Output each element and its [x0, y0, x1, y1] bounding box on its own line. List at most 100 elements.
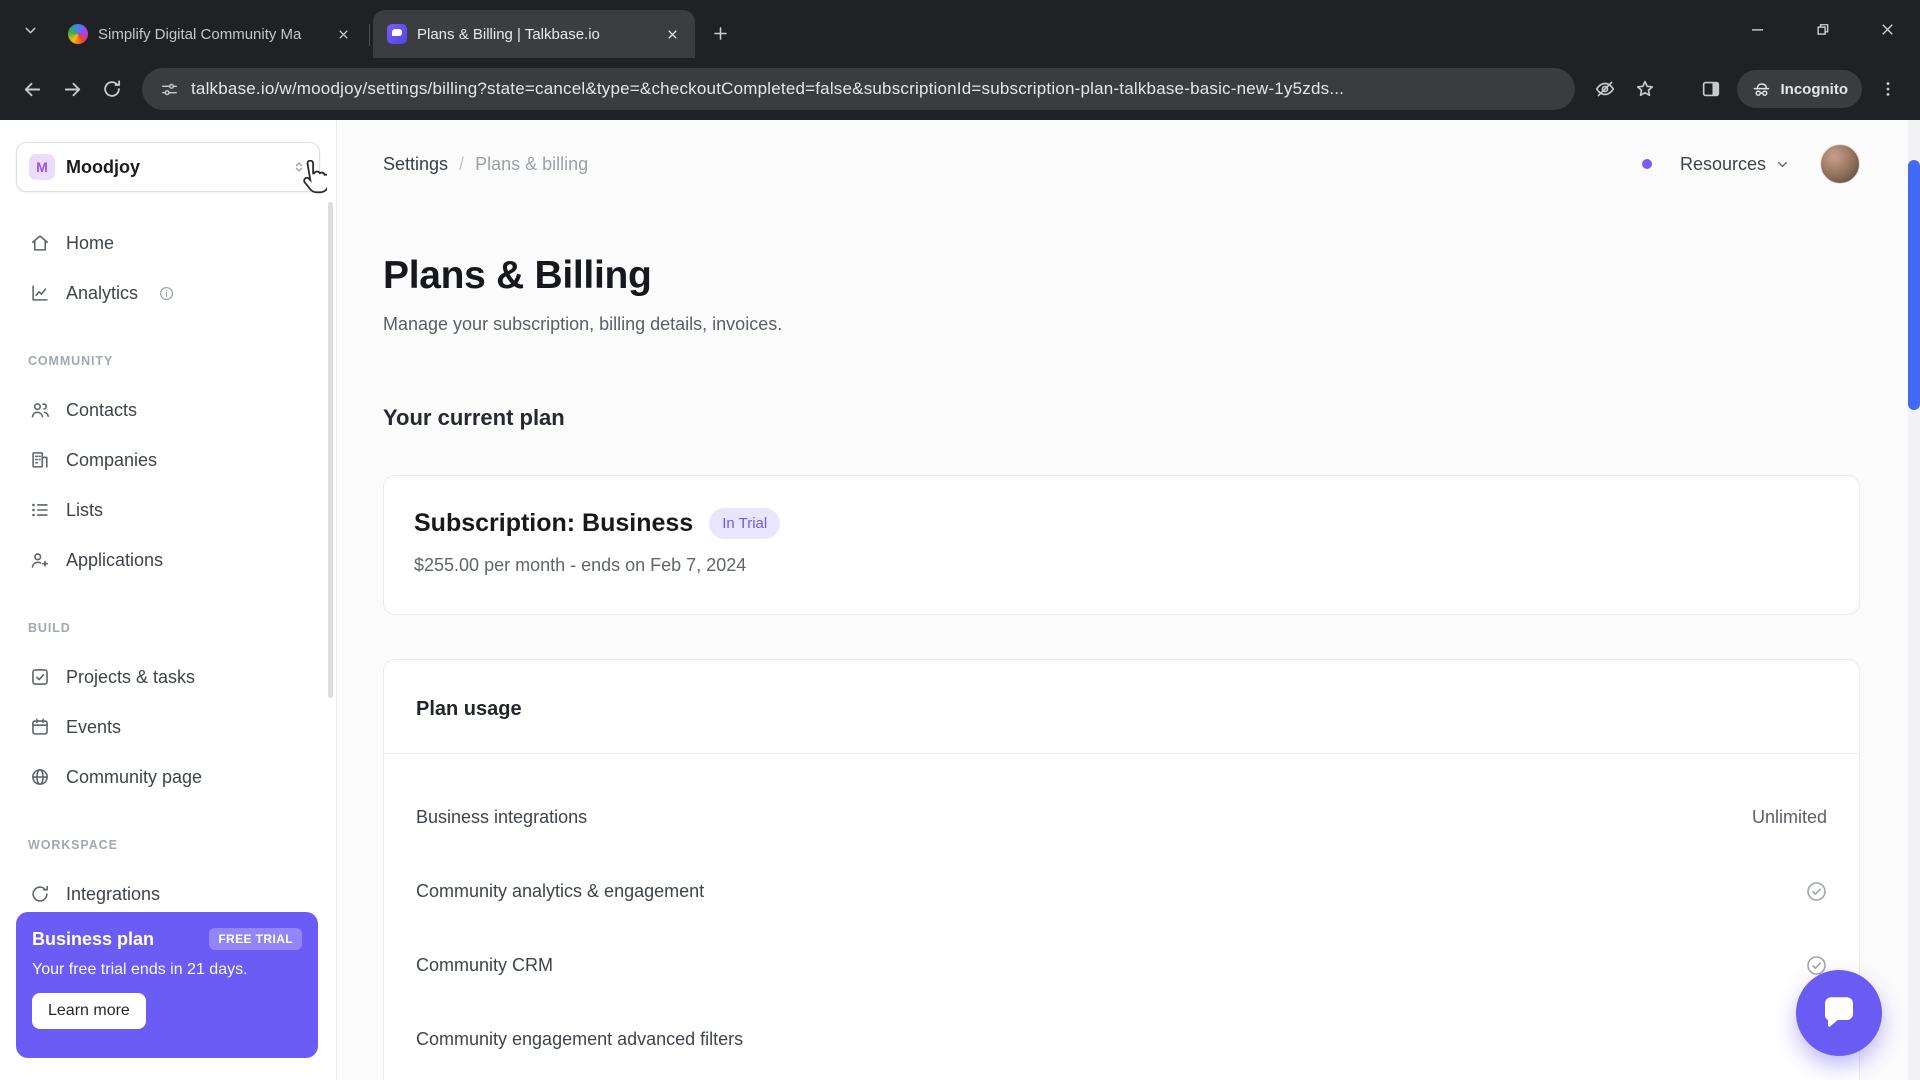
usage-row-label: Community analytics & engagement [416, 880, 705, 901]
sidebar-item-label: Contacts [66, 399, 138, 420]
usage-row-value: Unlimited [1751, 806, 1827, 827]
incognito-icon [1753, 82, 1769, 96]
usage-row: Community analytics & engagement [416, 854, 1827, 928]
reload-button[interactable] [92, 69, 132, 109]
sidebar-item-label: Community page [66, 766, 203, 787]
banner-title: Business plan [32, 928, 155, 949]
info-icon [158, 285, 175, 302]
restore-button[interactable] [1790, 0, 1855, 58]
trial-banner: Business plan FREE TRIAL Your free trial… [16, 912, 318, 1058]
sidebar-item-applications[interactable]: Applications [16, 535, 320, 585]
side-panel-button[interactable] [1691, 69, 1731, 109]
breadcrumb: Settings / Plans & billing [383, 154, 588, 175]
user-avatar[interactable] [1820, 144, 1860, 184]
bookmark-button[interactable] [1625, 69, 1665, 109]
main-content: Settings / Plans & billing Resources Pla… [337, 120, 1920, 1080]
workspace-selector[interactable]: M Moodjoy [16, 142, 320, 192]
check-circle-icon [1806, 881, 1827, 902]
tab-search-button[interactable] [12, 12, 48, 48]
sidebar-item-projects-tasks[interactable]: Projects & tasks [16, 652, 320, 702]
lists-icon [28, 498, 52, 522]
resources-menu[interactable]: Resources [1680, 154, 1790, 175]
globe-icon [28, 765, 52, 789]
sidebar-section-workspace: WORKSPACE [28, 838, 118, 852]
site-settings-icon [162, 83, 177, 95]
plan-usage-card: Plan usage Business integrations Unlimit… [383, 659, 1860, 1080]
sidebar-item-home[interactable]: Home [16, 218, 320, 268]
page-scrollbar-track[interactable] [1908, 120, 1920, 1080]
usage-rows: Business integrations Unlimited Communit… [384, 754, 1859, 1076]
password-hidden-button[interactable] [1585, 69, 1625, 109]
minimize-button[interactable] [1725, 0, 1790, 58]
sidebar-item-label: Analytics [66, 282, 139, 303]
unfold-icon [291, 159, 307, 175]
header-right: Resources [1641, 144, 1860, 184]
close-icon [1882, 23, 1893, 35]
chat-widget-button[interactable] [1796, 970, 1882, 1056]
incognito-badge: Incognito [1736, 70, 1862, 108]
side-panel-icon [1702, 81, 1719, 97]
back-button[interactable] [12, 69, 52, 109]
tab-close-icon[interactable] [661, 23, 683, 45]
forward-button[interactable] [52, 69, 92, 109]
tab-title: Plans & Billing | Talkbase.io [417, 25, 600, 43]
close-window-button[interactable] [1855, 0, 1920, 58]
companies-icon [28, 448, 52, 472]
sync-icon [28, 882, 52, 906]
applications-icon [28, 548, 52, 572]
window-controls [1725, 0, 1920, 58]
sidebar-item-label: Projects & tasks [66, 666, 196, 687]
sidebar-item-contacts[interactable]: Contacts [16, 385, 320, 435]
sidebar-nav: Home Analytics COMMUNITY Contacts Compan… [16, 218, 320, 919]
sidebar-item-events[interactable]: Events [16, 702, 320, 752]
workspace-name: Moodjoy [66, 156, 140, 177]
back-icon [24, 82, 40, 96]
free-trial-badge: FREE TRIAL [209, 928, 302, 950]
usage-row: Community CRM [416, 928, 1827, 1002]
tab-favicon-icon [68, 24, 88, 44]
url-bar[interactable]: talkbase.io/w/moodjoy/settings/billing?s… [142, 68, 1575, 110]
browser-toolbar: talkbase.io/w/moodjoy/settings/billing?s… [0, 58, 1920, 120]
screen: Simplify Digital Community Ma Plans & Bi… [0, 0, 1920, 1080]
browser-menu-button[interactable] [1868, 69, 1908, 109]
sidebar-item-analytics[interactable]: Analytics [16, 268, 320, 318]
sidebar-item-label: Companies [66, 449, 158, 470]
tab-title: Simplify Digital Community Ma [98, 25, 302, 43]
usage-row-label: Community CRM [416, 954, 554, 975]
tab-favicon-icon [387, 24, 407, 44]
plan-usage-heading: Plan usage [416, 698, 522, 720]
new-tab-button[interactable] [703, 16, 737, 50]
tab-divider [369, 24, 370, 46]
breadcrumb-settings[interactable]: Settings [383, 154, 448, 175]
page-scrollbar-thumb[interactable] [1908, 160, 1920, 410]
notification-dot [1641, 159, 1652, 169]
tab-close-icon[interactable] [332, 23, 354, 45]
browser-tab-inactive[interactable]: Simplify Digital Community Ma [54, 10, 366, 58]
chevron-down-icon [24, 27, 36, 33]
contacts-icon [28, 398, 52, 422]
sidebar-item-companies[interactable]: Companies [16, 435, 320, 485]
sidebar-item-lists[interactable]: Lists [16, 485, 320, 535]
content-header: Settings / Plans & billing Resources [383, 120, 1860, 208]
sidebar-item-community-page[interactable]: Community page [16, 752, 320, 802]
page-title: Plans & Billing [383, 254, 652, 297]
usage-row: Business integrations Unlimited [416, 780, 1827, 854]
chat-bubble-icon [1824, 997, 1853, 1027]
subscription-card: Subscription: Business In Trial $255.00 … [383, 475, 1860, 615]
browser-tab-active[interactable]: Plans & Billing | Talkbase.io [373, 10, 695, 58]
breadcrumb-current: Plans & billing [475, 153, 589, 174]
forward-icon [64, 82, 80, 96]
check-square-icon [28, 665, 52, 689]
usage-row: Community engagement advanced filters [416, 1002, 1827, 1076]
minimize-icon [1751, 28, 1764, 31]
sidebar-item-label: Home [66, 232, 115, 253]
subscription-detail: $255.00 per month - ends on Feb 7, 2024 [414, 555, 747, 575]
sidebar-item-label: Lists [66, 499, 104, 520]
app-frame: M Moodjoy Home Analytics COMMUNITY Conta… [0, 120, 1920, 1080]
plus-icon [713, 26, 727, 40]
sidebar-scrollbar[interactable] [328, 202, 333, 698]
browser-tabstrip: Simplify Digital Community Ma Plans & Bi… [0, 0, 1920, 58]
resources-label: Resources [1679, 153, 1766, 174]
learn-more-button[interactable]: Learn more [32, 993, 146, 1029]
calendar-icon [28, 715, 52, 739]
